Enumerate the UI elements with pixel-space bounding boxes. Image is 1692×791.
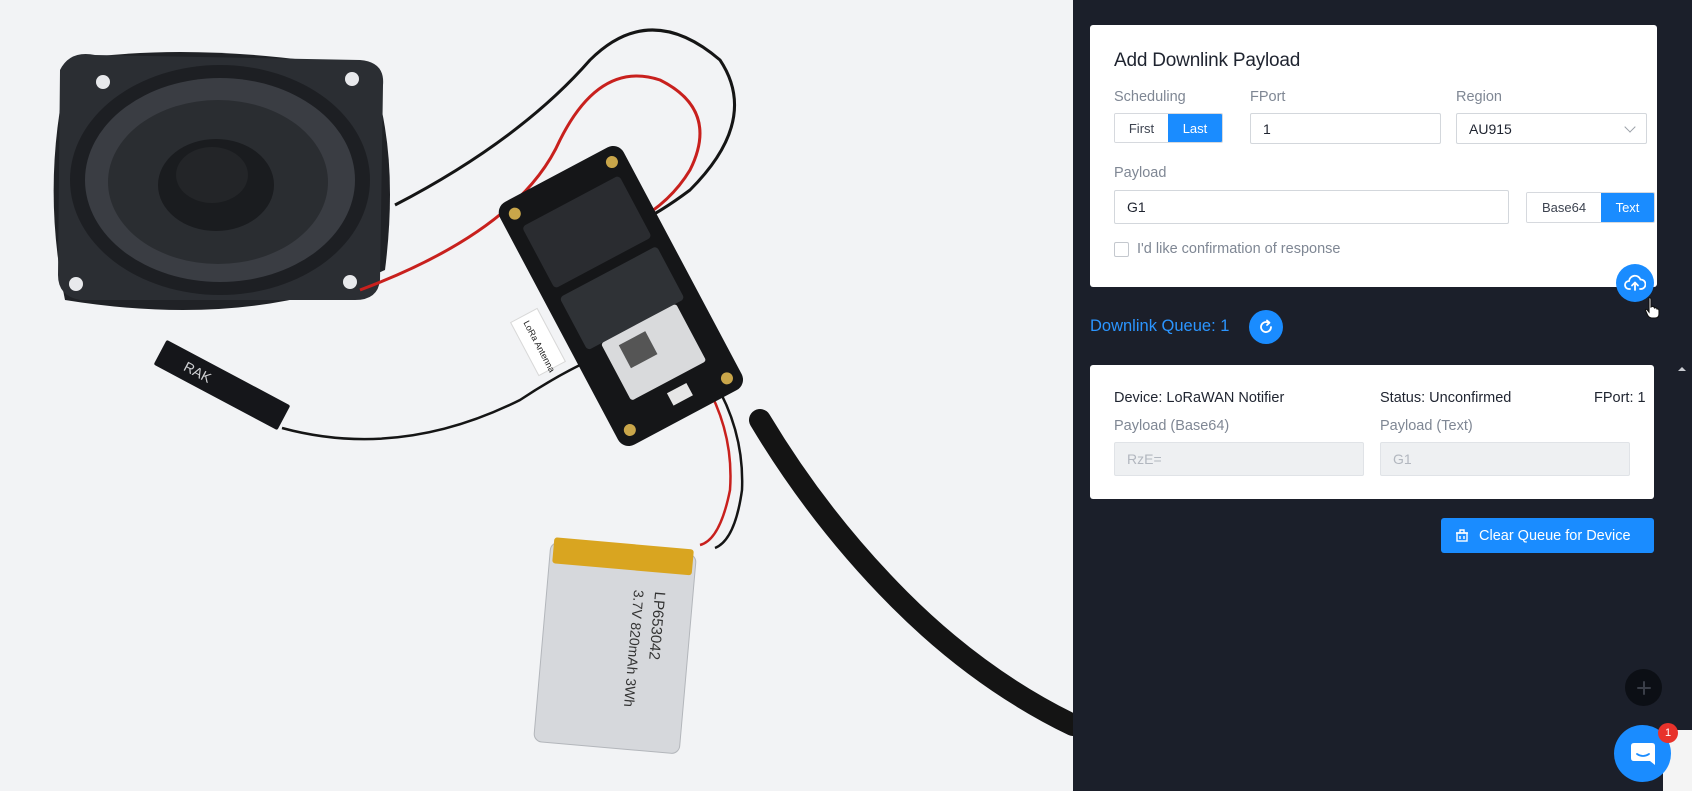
plus-icon [1636, 680, 1651, 695]
payload-label: Payload [1114, 165, 1167, 181]
payload-base64-field: RzE= [1114, 442, 1364, 476]
refresh-icon [1260, 319, 1272, 333]
queue-status: Status: Unconfirmed [1380, 390, 1512, 406]
fport-label: FPort [1250, 89, 1286, 105]
confirmation-label: I'd like confirmation of response [1137, 241, 1341, 257]
clear-icon [1456, 529, 1468, 542]
scheduling-first-button[interactable]: First [1115, 114, 1168, 142]
region-value: AU915 [1469, 120, 1512, 137]
clear-queue-label: Clear Queue for Device [1479, 527, 1631, 544]
fport-input[interactable]: 1 [1250, 113, 1441, 144]
payload-text-label: Payload (Text) [1380, 418, 1473, 434]
queue-fport: FPort: 1 [1594, 390, 1646, 406]
payload-text-field: G1 [1380, 442, 1630, 476]
payload-input[interactable]: G1 [1114, 190, 1509, 224]
refresh-queue-button[interactable] [1249, 310, 1283, 344]
region-label: Region [1456, 89, 1502, 105]
payload-base64-label: Payload (Base64) [1114, 418, 1230, 434]
scheduling-label: Scheduling [1114, 89, 1186, 105]
queue-item-card: Device: LoRaWAN Notifier Status: Unconfi… [1090, 365, 1654, 499]
region-select[interactable]: AU915 [1456, 113, 1647, 144]
add-downlink-card: Add Downlink Payload Scheduling First La… [1090, 25, 1657, 287]
cursor-icon [1644, 297, 1660, 319]
chat-icon [1630, 742, 1655, 765]
queue-device: Device: LoRaWAN Notifier [1114, 390, 1285, 406]
chat-notification-badge: 1 [1658, 723, 1678, 743]
scheduling-toggle: First Last [1114, 113, 1223, 143]
payload-format-toggle: Base64 Text [1526, 192, 1655, 223]
speaker-illustration [53, 52, 391, 310]
add-button[interactable] [1625, 669, 1662, 706]
app-root: RAK LoRa Antenna LP653042 3.7V 820mAh 3W… [0, 0, 1692, 791]
clear-queue-button[interactable]: Clear Queue for Device [1441, 518, 1654, 553]
format-base64-button[interactable]: Base64 [1527, 193, 1601, 222]
wisblock-board-illustration [498, 145, 744, 447]
battery-illustration: LP653042 3.7V 820mAh 3Wh [533, 537, 697, 754]
antenna-illustration: RAK [154, 340, 290, 430]
hardware-photo: RAK LoRa Antenna LP653042 3.7V 820mAh 3W… [0, 0, 1073, 791]
downlink-queue-title: Downlink Queue: 1 [1090, 317, 1230, 335]
format-text-button[interactable]: Text [1601, 193, 1654, 222]
downlink-panel: Add Downlink Payload Scheduling First La… [1073, 0, 1692, 791]
chevron-down-icon [1624, 121, 1636, 133]
card-title: Add Downlink Payload [1114, 50, 1301, 71]
hardware-illustration: RAK LoRa Antenna LP653042 3.7V 820mAh 3W… [53, 28, 1073, 754]
scroll-up-arrow-icon[interactable] [1676, 363, 1688, 375]
scheduling-last-button[interactable]: Last [1168, 114, 1222, 142]
cloud-upload-icon [1624, 274, 1646, 291]
confirmation-checkbox[interactable] [1114, 242, 1129, 257]
